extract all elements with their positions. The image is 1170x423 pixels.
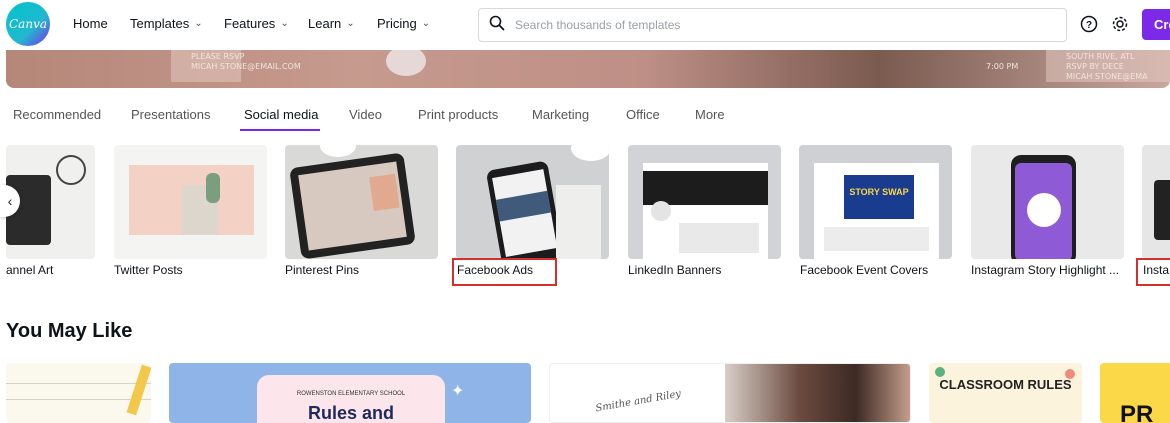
ruled-line	[6, 383, 151, 384]
search-bar[interactable]	[478, 8, 1067, 42]
template-card-wedding[interactable]: Smithe and Riley	[549, 363, 911, 423]
search-input[interactable]	[515, 18, 1035, 32]
logo-text: Canva	[9, 17, 47, 31]
nav-home-label: Home	[73, 16, 108, 31]
nav-pricing-label: Pricing	[377, 16, 417, 31]
classroom-rules-text: CLASSROOM RULES	[939, 377, 1072, 392]
tab-social-media[interactable]: Social media	[244, 107, 318, 122]
category-label[interactable]: Facebook Event Covers	[800, 263, 928, 277]
tab-more[interactable]: More	[695, 107, 725, 122]
help-icon[interactable]: ?	[1079, 14, 1099, 34]
nav-learn[interactable]: Learn ⌄	[308, 16, 355, 31]
banner-text-line: RSVP BY DECE	[1066, 62, 1124, 71]
paper-shape	[556, 185, 601, 259]
event-cover-image: STORY SWAP	[844, 175, 914, 219]
banner-text-line: SOUTH RIVE, ATL	[1066, 52, 1135, 61]
thumb-facebook-ads[interactable]	[456, 145, 609, 259]
banner-text-line: MICAH STONE@EMAIL.COM	[191, 62, 301, 71]
template-card-classroom[interactable]: CLASSROOM RULES	[929, 363, 1082, 423]
sparkle-icon: ✦	[451, 383, 465, 400]
tab-recommended[interactable]: Recommended	[13, 107, 101, 122]
content-block	[824, 227, 929, 251]
decoration-dot	[935, 367, 945, 377]
nav-templates-label: Templates	[130, 16, 190, 31]
rules-card-panel: ROWENSTON ELEMENTARY SCHOOL Rules and	[257, 375, 445, 423]
cup-shape	[571, 145, 609, 161]
pencil-shape	[126, 364, 151, 416]
chevron-down-icon: ⌄	[346, 18, 355, 29]
phone-shape	[1011, 155, 1076, 259]
tab-print-products[interactable]: Print products	[418, 107, 498, 122]
banner-text-line: MICAH STONE@EMA	[1066, 72, 1148, 81]
plant-shape	[206, 173, 220, 203]
cable-shape	[56, 155, 86, 185]
phone-shape	[1154, 180, 1170, 240]
linkedin-banner-image	[643, 171, 768, 205]
profile-avatar	[651, 201, 671, 221]
create-design-button[interactable]: Cre	[1142, 9, 1170, 40]
phone-shape	[485, 160, 565, 259]
nav-features[interactable]: Features ⌄	[224, 16, 289, 31]
chevron-down-icon: ⌄	[280, 18, 289, 29]
pin-image	[369, 173, 400, 212]
card-partial-text: PR	[1120, 401, 1154, 423]
nav-features-label: Features	[224, 16, 276, 31]
search-icon	[489, 15, 505, 36]
decoration-dot	[1065, 369, 1075, 379]
category-tabs: Recommended Presentations Social media V…	[0, 107, 1170, 131]
content-block	[679, 223, 759, 253]
cup-shape	[320, 145, 356, 157]
nav-templates[interactable]: Templates ⌄	[130, 16, 203, 31]
nav-pricing[interactable]: Pricing ⌄	[377, 16, 430, 31]
category-label[interactable]: Pinterest Pins	[285, 263, 359, 277]
hero-banner-image: PLEASE RSVP MICAH STONE@EMAIL.COM 7:00 P…	[6, 50, 1170, 88]
category-label[interactable]: Twitter Posts	[114, 263, 183, 277]
template-card-partial[interactable]: PR	[1100, 363, 1170, 423]
chevron-down-icon: ⌄	[194, 18, 203, 29]
event-page: STORY SWAP	[814, 163, 939, 259]
banner-time: 7:00 PM	[986, 62, 1019, 71]
rules-title-text: Rules and	[307, 403, 395, 423]
linkedin-page	[643, 163, 768, 259]
chevron-down-icon: ⌄	[421, 18, 431, 29]
svg-text:?: ?	[1086, 20, 1092, 31]
template-card-rules[interactable]: ROWENSTON ELEMENTARY SCHOOL Rules and ✦	[169, 363, 531, 423]
tab-office[interactable]: Office	[626, 107, 660, 122]
tab-marketing[interactable]: Marketing	[532, 107, 589, 122]
canva-logo[interactable]: Canva	[6, 2, 50, 46]
couple-photo	[725, 364, 910, 422]
highlight-box-instagram	[1136, 258, 1170, 286]
banner-text-line: PLEASE RSVP	[191, 52, 245, 61]
thumb-instagram-story-highlight[interactable]	[971, 145, 1124, 259]
tab-presentations[interactable]: Presentations	[131, 107, 211, 122]
story-swap-text: STORY SWAP	[849, 187, 909, 197]
nav-learn-label: Learn	[308, 16, 342, 31]
thumb-linkedin-banners[interactable]	[628, 145, 781, 259]
category-label[interactable]: annel Art	[6, 263, 53, 277]
thumb-pinterest-pins[interactable]	[285, 145, 438, 259]
banner-text-left: PLEASE RSVP MICAH STONE@EMAIL.COM	[191, 52, 301, 72]
settings-icon[interactable]	[1110, 14, 1130, 34]
category-label[interactable]: Instagram Story Highlight ...	[971, 263, 1119, 277]
top-navigation-bar: Canva Home Templates ⌄ Features ⌄ Learn ⌄ P…	[0, 0, 1170, 50]
flower-decoration	[386, 50, 426, 76]
tablet-shape	[289, 152, 416, 259]
category-label[interactable]: LinkedIn Banners	[628, 263, 721, 277]
chevron-left-icon: ‹	[7, 193, 13, 209]
tab-video[interactable]: Video	[349, 107, 382, 122]
nav-home[interactable]: Home	[73, 16, 108, 31]
banner-text-right: SOUTH RIVE, ATL RSVP BY DECE MICAH STONE…	[1066, 52, 1148, 82]
thumb-instagram-partial[interactable]	[1142, 145, 1170, 259]
school-name-text: ROWENSTON ELEMENTARY SCHOOL	[296, 391, 406, 397]
highlight-circle	[1027, 193, 1061, 227]
section-title: You May Like	[6, 320, 133, 342]
template-card[interactable]	[6, 363, 151, 423]
create-button-label: Cre	[1154, 17, 1170, 32]
couple-name-text: Smithe and Riley	[594, 388, 682, 415]
active-tab-indicator	[240, 129, 320, 131]
thumb-twitter-posts[interactable]	[114, 145, 267, 259]
thumb-facebook-event-covers[interactable]: STORY SWAP	[799, 145, 952, 259]
highlight-box-facebook-ads	[452, 258, 557, 286]
